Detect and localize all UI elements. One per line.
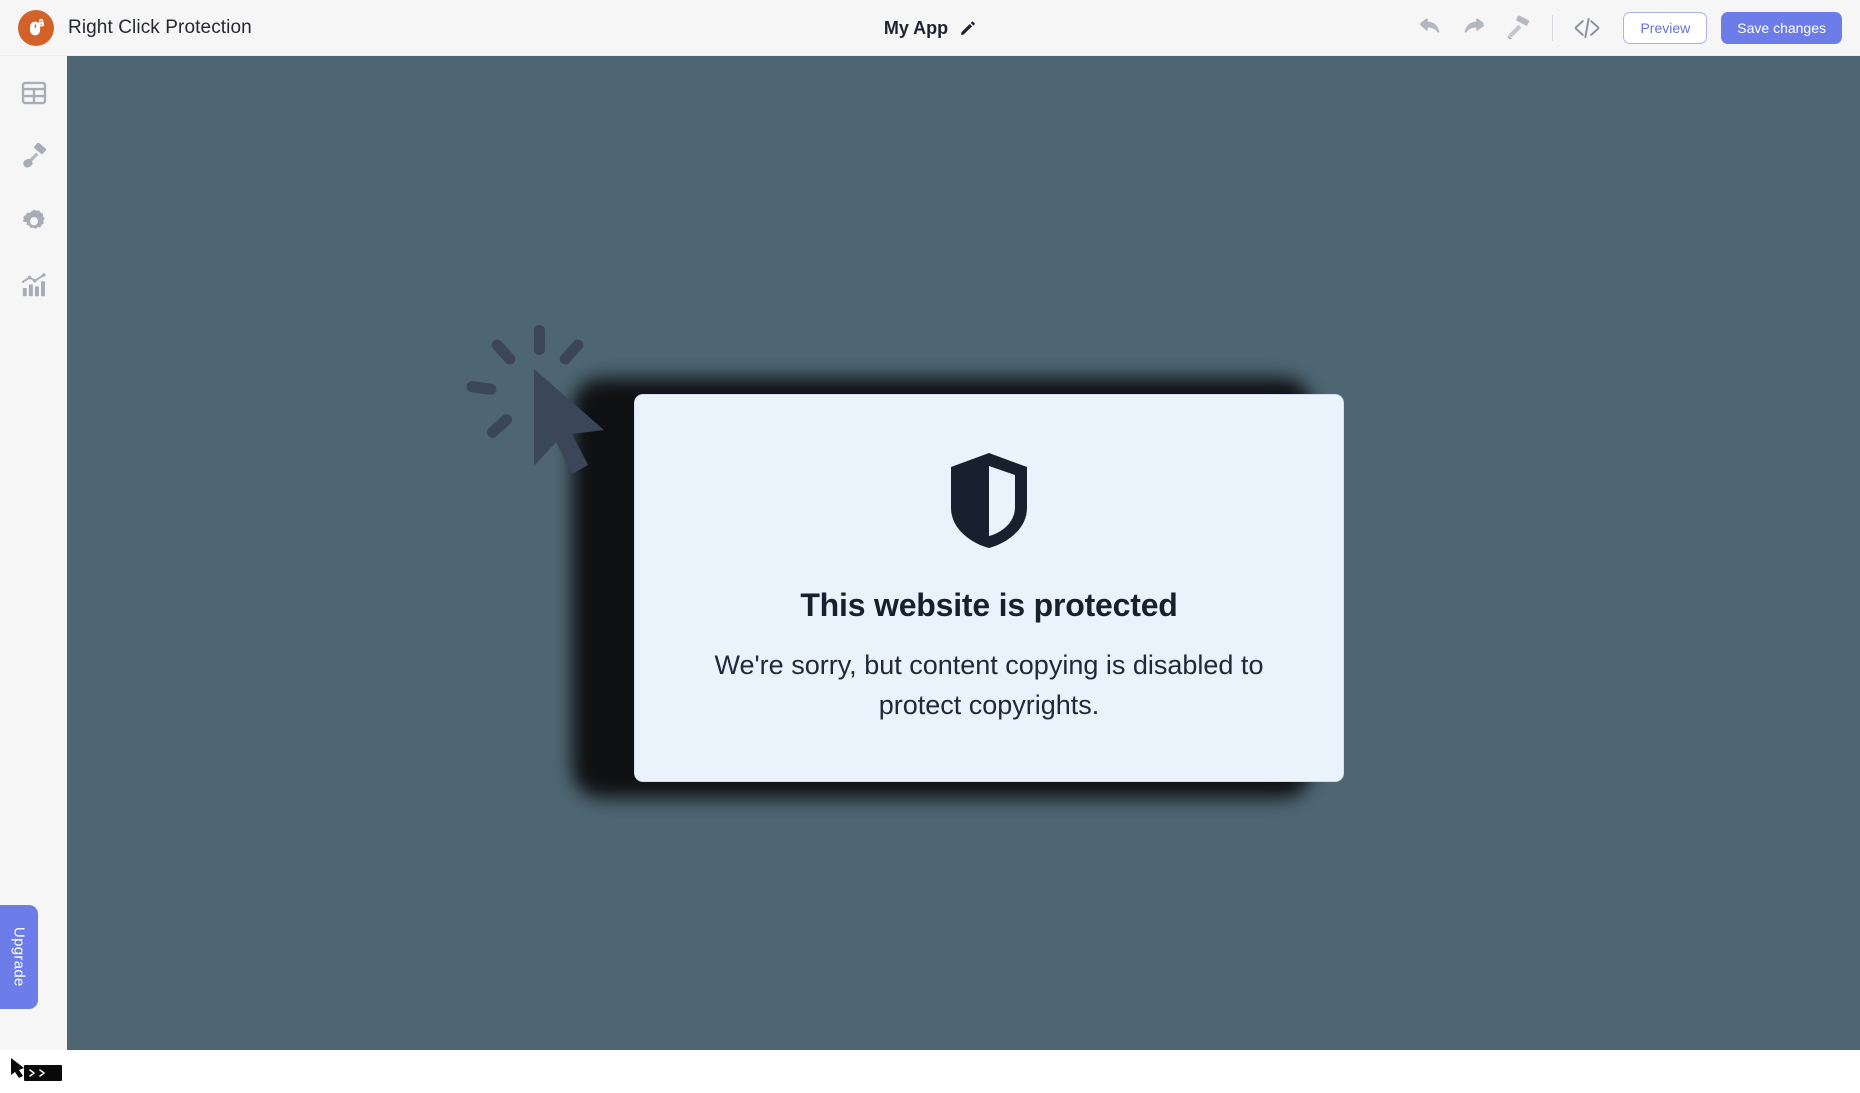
analytics-chart-icon — [20, 271, 48, 304]
top-bar: Right Click Protection My App Preview Sa… — [0, 0, 1860, 56]
card-heading: This website is protected — [800, 587, 1178, 624]
click-cursor-icon — [454, 311, 624, 481]
app-name: My App — [883, 17, 949, 38]
gear-icon — [20, 207, 48, 240]
upgrade-button[interactable]: Upgrade — [0, 905, 38, 1009]
preview-button[interactable]: Preview — [1623, 11, 1708, 44]
sidebar-item-analytics[interactable] — [0, 255, 67, 319]
sidebar-item-settings[interactable] — [0, 191, 67, 255]
card-body: We're sorry, but content copying is disa… — [714, 650, 1264, 720]
paint-roller-icon[interactable] — [1496, 8, 1540, 48]
brand-title: Right Click Protection — [68, 16, 252, 38]
mouse-lock-icon — [18, 9, 54, 46]
shield-half-icon — [947, 450, 1031, 555]
redo-icon[interactable] — [1452, 8, 1496, 48]
protection-card: This website is protected We're sorry, b… — [634, 394, 1344, 782]
sidebar-items — [0, 56, 67, 319]
sidebar-item-layout[interactable] — [0, 63, 67, 127]
code-icon[interactable] — [1565, 8, 1609, 48]
chat-widget-icon[interactable] — [10, 1056, 64, 1088]
preview-canvas[interactable]: This website is protected We're sorry, b… — [67, 56, 1860, 1050]
upgrade-label: Upgrade — [10, 927, 28, 987]
table-layout-icon — [20, 79, 48, 112]
save-changes-button[interactable]: Save changes — [1721, 11, 1842, 44]
brand: Right Click Protection — [0, 9, 252, 46]
toolbar-divider — [1552, 14, 1554, 41]
undo-icon[interactable] — [1408, 8, 1452, 48]
pencil-icon[interactable] — [959, 20, 976, 37]
sidebar-item-design[interactable] — [0, 127, 67, 191]
sidebar: Upgrade — [0, 56, 67, 1081]
protection-overlay: This website is protected We're sorry, b… — [466, 325, 1364, 808]
paint-brush-icon — [20, 142, 48, 176]
top-actions: Preview Save changes — [1408, 8, 1860, 48]
